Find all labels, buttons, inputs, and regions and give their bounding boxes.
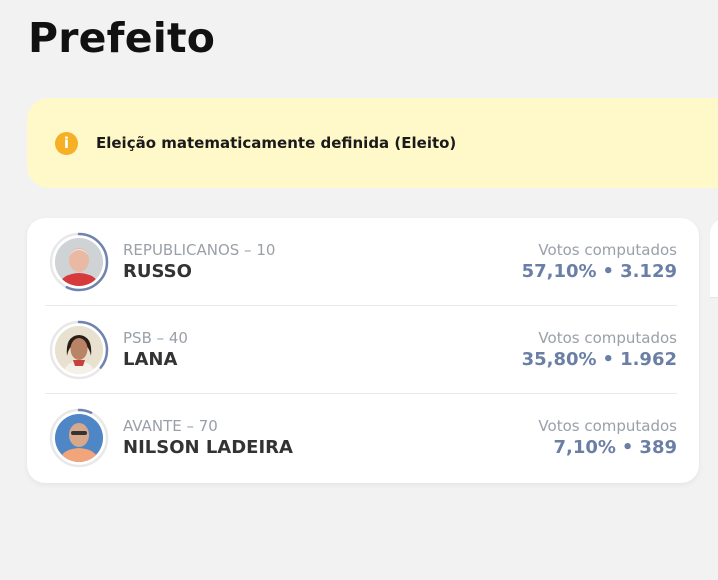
separator-dot: • — [602, 348, 615, 370]
candidate-photo — [55, 237, 103, 286]
votes-values: 35,80% • 1.962 — [522, 348, 677, 372]
candidate-info: REPUBLICANOS – 10 RUSSO — [123, 240, 522, 284]
candidate-avatar — [49, 320, 109, 380]
vote-count: 1.962 — [620, 348, 677, 370]
candidate-party: AVANTE – 70 — [123, 417, 218, 435]
candidate-photo — [55, 325, 103, 374]
next-card-edge — [710, 218, 718, 298]
vote-count: 3.129 — [620, 260, 677, 282]
candidate-info: PSB – 40 LANA — [123, 328, 522, 372]
candidate-votes: Votos computados 7,10% • 389 — [538, 416, 677, 460]
candidate-row[interactable]: AVANTE – 70 NILSON LADEIRA Votos computa… — [45, 394, 677, 482]
candidate-photo — [55, 414, 103, 462]
election-status-text: Eleição matematicamente definida (Eleito… — [96, 134, 457, 152]
votes-values: 7,10% • 389 — [538, 436, 677, 460]
candidate-votes: Votos computados 57,10% • 3.129 — [522, 240, 677, 284]
candidate-row[interactable]: PSB – 40 LANA Votos computados 35,80% • 1.… — [45, 306, 677, 394]
candidate-name: LANA — [123, 348, 178, 370]
page: Prefeito i Eleição matematicamente defin… — [0, 0, 718, 580]
separator-dot: • — [621, 437, 634, 458]
candidates-card: REPUBLICANOS – 10 RUSSO Votos computados… — [27, 218, 699, 483]
candidate-info: AVANTE – 70 NILSON LADEIRA — [123, 416, 538, 460]
vote-percent: 7,10% — [553, 437, 616, 458]
candidate-avatar — [49, 232, 109, 292]
page-title: Prefeito — [28, 14, 216, 62]
candidate-name: RUSSO — [123, 260, 192, 282]
vote-percent: 57,10% — [521, 260, 597, 282]
candidate-party: REPUBLICANOS – 10 — [123, 240, 276, 259]
votes-label: Votos computados — [538, 417, 677, 435]
election-status-banner: i Eleição matematicamente definida (Elei… — [27, 98, 718, 188]
candidate-row[interactable]: REPUBLICANOS – 10 RUSSO Votos computados… — [45, 218, 677, 306]
candidate-name: NILSON LADEIRA — [123, 437, 293, 458]
candidate-party: PSB – 40 — [123, 328, 188, 347]
info-icon: i — [55, 131, 78, 155]
vote-count: 389 — [639, 437, 677, 458]
vote-percent: 35,80% — [521, 348, 597, 370]
votes-label: Votos computados — [538, 328, 677, 347]
votes-label: Votos computados — [538, 240, 677, 259]
candidate-avatar — [49, 408, 109, 468]
votes-values: 57,10% • 3.129 — [522, 260, 677, 284]
candidate-votes: Votos computados 35,80% • 1.962 — [522, 328, 677, 372]
separator-dot: • — [602, 260, 615, 282]
